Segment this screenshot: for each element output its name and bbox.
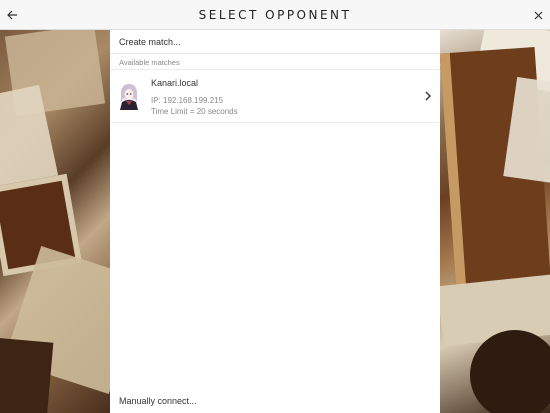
close-button[interactable] bbox=[526, 0, 550, 30]
create-match-label: Create match... bbox=[119, 37, 181, 47]
close-icon bbox=[534, 11, 542, 19]
create-match-button[interactable]: Create match... bbox=[110, 30, 440, 54]
background-photo-left bbox=[0, 30, 110, 413]
chevron-right-icon bbox=[425, 91, 431, 101]
background-photo-right bbox=[440, 30, 550, 413]
opponent-list-panel: Create match... Available matches Kanari… bbox=[110, 30, 440, 413]
match-list-item[interactable]: Kanari.local IP: 192.168.199.215 Time Li… bbox=[110, 69, 440, 123]
page-title: Select Opponent bbox=[198, 8, 352, 22]
match-time-limit: Time Limit = 20 seconds bbox=[151, 107, 238, 116]
manually-connect-button[interactable]: Manually connect... bbox=[110, 390, 440, 413]
manually-connect-label: Manually connect... bbox=[119, 396, 197, 406]
match-ip-address: IP: 192.168.199.215 bbox=[151, 96, 224, 105]
anime-character-avatar-icon bbox=[120, 84, 138, 110]
available-matches-header: Available matches bbox=[119, 58, 180, 67]
match-host-name: Kanari.local bbox=[151, 78, 199, 88]
title-bar: Select Opponent bbox=[0, 0, 550, 30]
